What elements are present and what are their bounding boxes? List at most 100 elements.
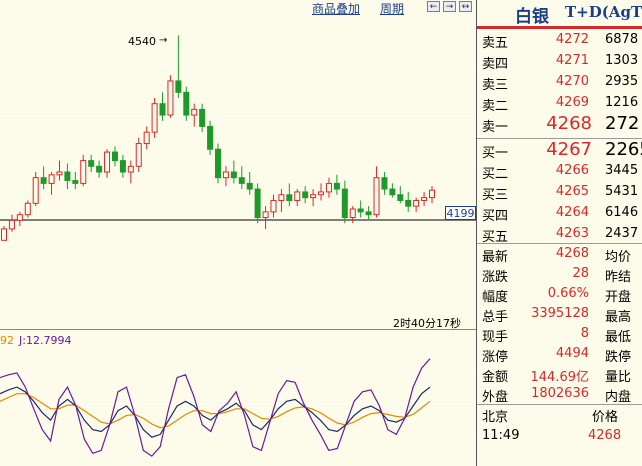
stat-value: 3395128	[531, 306, 589, 321]
candle	[151, 98, 158, 138]
candle-body	[254, 188, 261, 219]
candle-body	[222, 171, 229, 179]
stat-row: 外盘 1802636 内盘	[477, 385, 642, 405]
ask-row[interactable]: 卖四 4271 1303	[477, 51, 642, 72]
candle	[8, 214, 15, 232]
nav-left-button[interactable]: ←	[427, 1, 440, 12]
candle	[167, 75, 174, 118]
quote-panel: 白银 T+D(AgT+ 卖五 4272 6878 卖四 4271 1303 卖三 4270 29…	[477, 0, 642, 466]
candle-body	[32, 177, 39, 204]
bid-row[interactable]: 买三 4265 5431	[477, 182, 642, 203]
candle-body	[64, 171, 71, 182]
ask-volume: 6878	[605, 32, 639, 47]
bid-row[interactable]: 买一 4267 2265	[477, 139, 642, 161]
ask-label: 卖二	[482, 99, 509, 114]
bid-row[interactable]: 买四 4264 6146	[477, 203, 642, 224]
bid-stats-divider	[477, 243, 642, 244]
candle-body	[286, 194, 293, 201]
bid-volume: 2437	[605, 226, 639, 241]
instrument-code: T+D(AgT+	[565, 3, 642, 21]
candle-body	[397, 194, 404, 201]
candle-body	[135, 143, 142, 167]
candle	[294, 189, 301, 207]
ask-price: 4268	[546, 113, 592, 134]
bid-label: 买一	[482, 146, 509, 161]
candle	[80, 154, 87, 187]
instrument-name: 白银	[515, 7, 549, 27]
candle	[325, 177, 332, 198]
candle-body	[429, 189, 435, 199]
candle-body	[16, 214, 23, 221]
candle-body	[294, 191, 301, 201]
quote-title: 白银 T+D(AgT+	[477, 0, 642, 27]
candle-body	[246, 182, 253, 190]
candle	[143, 126, 150, 150]
bid-price: 4267	[546, 139, 592, 160]
stat-row: 涨跌 28 昨结	[477, 265, 642, 285]
stat-label: 现手	[482, 330, 509, 345]
candle	[199, 103, 206, 133]
candle-body	[357, 208, 364, 213]
candle	[207, 120, 214, 155]
candle	[278, 189, 285, 212]
candle-body	[325, 182, 332, 193]
candle	[286, 183, 293, 207]
ask-row[interactable]: 卖五 4272 6878	[477, 30, 642, 51]
bid-volume: 3445	[605, 163, 639, 178]
candle	[310, 189, 317, 207]
candle-body	[207, 125, 214, 150]
candle	[302, 186, 309, 204]
kdj-indicator-chart[interactable]	[0, 346, 476, 466]
stat-label: 涨停	[482, 350, 509, 365]
ask-row[interactable]: 卖三 4270 2935	[477, 72, 642, 93]
candle-body	[270, 199, 277, 213]
candle-body	[1, 228, 7, 241]
ask-row[interactable]: 卖一 4268 272	[477, 113, 642, 135]
stat-right-label: 最高	[605, 310, 632, 325]
candle-body	[199, 108, 206, 127]
bid-row[interactable]: 买二 4266 3445	[477, 161, 642, 182]
peak-arrow-icon: →	[159, 35, 168, 46]
bid-row[interactable]: 买五 4263 2437	[477, 224, 642, 245]
candle	[349, 206, 356, 224]
stat-right-label: 最低	[605, 330, 632, 345]
stat-right-label: 开盘	[605, 290, 632, 305]
candle-body	[230, 171, 237, 179]
candle	[16, 211, 23, 227]
tick-time: 11:49	[482, 428, 520, 443]
candle-body	[365, 211, 372, 216]
candle-body	[143, 131, 150, 145]
candle-body	[80, 160, 87, 184]
tick-header: 北京 价格	[477, 406, 642, 426]
candle-body	[167, 80, 174, 116]
stat-value: 4268	[555, 246, 589, 261]
bid-price: 4266	[555, 163, 589, 178]
bid-price: 4263	[555, 226, 589, 241]
peak-price-label: 4540	[128, 35, 156, 48]
candle	[175, 35, 182, 98]
stat-row: 涨停 4494 跌停	[477, 345, 642, 365]
candle	[318, 183, 325, 201]
nav-right-button[interactable]: →	[443, 1, 456, 12]
nav-zoom-button[interactable]: ↔	[459, 1, 472, 12]
bid-volume: 5431	[605, 184, 639, 199]
candle-body	[119, 160, 126, 173]
candle-body	[278, 194, 285, 201]
chart-area: 商品叠加 周期 ← → ↔ 4540 → 4199 2时40分17秒 92 J:…	[0, 0, 476, 466]
ask-row[interactable]: 卖二 4269 1216	[477, 93, 642, 114]
stat-label: 幅度	[482, 290, 509, 305]
candle-body	[88, 160, 95, 167]
tick-row: 11:49 4268	[477, 428, 642, 448]
candle	[40, 166, 47, 190]
candlestick-chart[interactable]	[0, 14, 476, 314]
stat-value: 0.66%	[547, 286, 589, 301]
ask-volume: 272	[605, 113, 640, 134]
stats-ticks-divider	[477, 404, 642, 405]
candle-body	[151, 103, 158, 133]
stat-value: 8	[580, 326, 589, 341]
candle	[246, 172, 253, 195]
candle-body	[341, 188, 348, 219]
candle	[389, 183, 396, 198]
candle-body	[302, 191, 309, 199]
ask-volume: 1303	[605, 53, 639, 68]
